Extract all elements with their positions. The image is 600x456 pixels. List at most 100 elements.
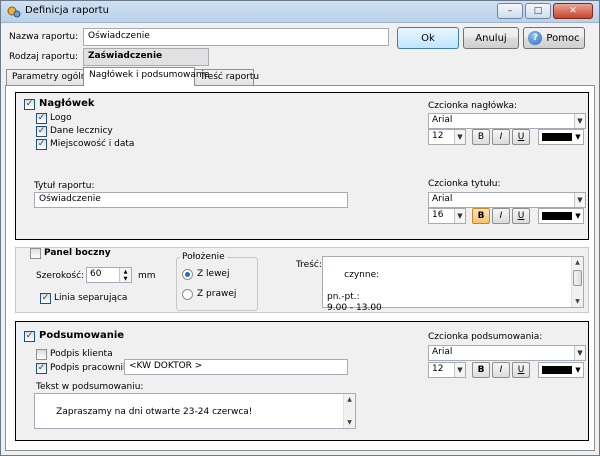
place-date-checkbox[interactable]: ✓ — [36, 139, 47, 150]
summary-text: Zapraszamy na dni otwarte 23-24 czerwca! — [56, 407, 253, 417]
logo-label: Logo — [50, 113, 72, 123]
side-panel-title: Panel boczny — [44, 248, 111, 258]
header-font-select[interactable]: Arial ▼ — [428, 113, 586, 129]
summary-scrollbar[interactable]: ▲ ▼ — [343, 394, 355, 428]
chevron-down-icon: ▼ — [454, 363, 465, 377]
header-group: ✓ Nagłówek ✓ Logo ✓ Dane lecznicy ✓ Miej… — [15, 92, 589, 240]
cancel-button[interactable]: Anuluj — [463, 27, 519, 49]
summary-bold-button[interactable]: B — [472, 362, 490, 378]
color-swatch — [542, 212, 572, 220]
summary-size-value: 12 — [432, 364, 444, 374]
separator-checkbox[interactable]: ✓ — [40, 293, 51, 304]
title-bold-button[interactable]: B — [472, 208, 490, 224]
close-icon[interactable]: ✕ — [553, 3, 593, 19]
window-title: Definicja raportu — [25, 5, 109, 16]
chevron-down-icon: ▼ — [574, 193, 585, 207]
summary-font-value: Arial — [432, 347, 453, 357]
width-spinner[interactable]: ▲ ▼ — [119, 268, 131, 282]
chevron-down-icon: ▼ — [575, 133, 581, 141]
tab-general[interactable]: Parametry ogólne — [6, 69, 92, 85]
summary-color-picker[interactable]: ▼ — [538, 362, 584, 378]
cancel-button-label: Anuluj — [475, 32, 507, 44]
summary-textarea[interactable]: Zapraszamy na dni otwarte 23-24 czerwca!… — [34, 393, 356, 429]
place-date-label: Miejscowość i data — [50, 139, 135, 149]
color-swatch — [542, 133, 572, 141]
side-panel-content-textarea[interactable]: czynne: pn.-pt.: 9.00 - 13.00 ▲ ▼ — [322, 256, 584, 313]
report-title-input[interactable]: Oświadczenie — [34, 192, 348, 208]
header-size-value: 12 — [432, 131, 444, 141]
side-panel-content-text: czynne: pn.-pt.: 9.00 - 13.00 — [327, 270, 382, 313]
title-font-label: Czcionka tytułu: — [428, 179, 501, 189]
summary-text-label: Tekst w podsumowaniu: — [36, 382, 144, 392]
report-name-label: Nazwa raportu: — [9, 32, 79, 42]
chevron-down-icon: ▼ — [574, 346, 585, 360]
ok-button-label: Ok — [421, 32, 435, 44]
summary-underline-button[interactable]: U — [512, 362, 530, 378]
help-button-label: Pomoc — [546, 32, 580, 44]
header-bold-button[interactable]: B — [472, 129, 490, 145]
position-group — [176, 257, 258, 311]
title-size-select[interactable]: 16 ▼ — [428, 208, 466, 224]
position-right-radio[interactable] — [182, 289, 193, 300]
title-bar: Definicja raportu – □ ✕ — [1, 1, 599, 23]
scroll-up-icon[interactable]: ▲ — [572, 257, 583, 268]
scroll-down-icon[interactable]: ▼ — [344, 417, 355, 428]
tab-header-summary[interactable]: Nagłówek i podsumowanie — [83, 67, 210, 86]
scroll-up-icon[interactable]: ▲ — [344, 394, 355, 405]
title-italic-button[interactable]: I — [492, 208, 510, 224]
report-title-label: Tytuł raportu: — [34, 181, 95, 191]
chevron-down-icon: ▼ — [575, 212, 581, 220]
title-underline-button[interactable]: U — [512, 208, 530, 224]
header-enable-checkbox[interactable]: ✓ — [24, 99, 35, 110]
header-group-title: Nagłówek — [39, 98, 95, 109]
position-left-label: Z lewej — [197, 269, 230, 279]
report-type-label: Rodzaj raportu: — [9, 52, 79, 62]
report-type-value: Zaświadczenie — [83, 48, 209, 66]
title-font-select[interactable]: Arial ▼ — [428, 192, 586, 208]
header-font-label: Czcionka nagłówka: — [428, 101, 518, 111]
chevron-down-icon: ▼ — [574, 114, 585, 128]
scroll-thumb[interactable] — [573, 270, 582, 286]
width-unit: mm — [138, 271, 156, 281]
employee-signature-input[interactable]: <KW DOKTOR > — [124, 359, 348, 375]
chevron-down-icon: ▼ — [454, 130, 465, 144]
scroll-down-icon[interactable]: ▼ — [572, 296, 583, 307]
position-right-label: Z prawej — [197, 289, 237, 299]
logo-checkbox[interactable]: ✓ — [36, 113, 47, 124]
position-left-radio[interactable] — [182, 269, 193, 280]
header-size-select[interactable]: 12 ▼ — [428, 129, 466, 145]
client-signature-label: Podpis klienta — [50, 349, 113, 359]
side-panel-group: Panel boczny Szerokość: 60 ▲ ▼ mm ✓ Linia… — [15, 247, 589, 313]
header-color-picker[interactable]: ▼ — [538, 129, 584, 145]
maximize-icon[interactable]: □ — [525, 3, 551, 19]
clinic-data-checkbox[interactable]: ✓ — [36, 126, 47, 137]
report-name-input[interactable]: Oświadczenie — [83, 28, 389, 46]
summary-font-label: Czcionka podsumowania: — [428, 332, 543, 342]
minimize-icon[interactable]: – — [497, 3, 523, 19]
title-color-picker[interactable]: ▼ — [538, 208, 584, 224]
content-scrollbar[interactable]: ▲ ▼ — [571, 257, 583, 307]
header-font-value: Arial — [432, 115, 453, 125]
summary-group-title: Podsumowanie — [39, 330, 125, 341]
help-button[interactable]: ? Pomoc — [523, 27, 585, 49]
report-definition-window: Definicja raportu – □ ✕ Nazwa raportu: O… — [0, 0, 600, 456]
title-size-value: 16 — [432, 210, 444, 220]
side-panel-checkbox[interactable] — [30, 248, 41, 259]
employee-signature-checkbox[interactable]: ✓ — [36, 363, 47, 374]
client-signature-checkbox[interactable] — [36, 349, 47, 360]
header-underline-button[interactable]: U — [512, 129, 530, 145]
color-swatch — [542, 366, 572, 374]
chevron-down-icon: ▼ — [454, 209, 465, 223]
summary-enable-checkbox[interactable]: ✓ — [24, 331, 35, 342]
help-icon: ? — [528, 31, 543, 45]
width-input[interactable]: 60 ▲ ▼ — [86, 267, 132, 283]
summary-italic-button[interactable]: I — [492, 362, 510, 378]
width-value: 60 — [90, 269, 102, 279]
ok-button[interactable]: Ok — [397, 27, 459, 49]
summary-font-select[interactable]: Arial ▼ — [428, 345, 586, 361]
header-italic-button[interactable]: I — [492, 129, 510, 145]
width-label: Szerokość: — [36, 271, 85, 281]
content-label: Treść: — [296, 260, 322, 270]
report-definition-icon — [7, 6, 21, 18]
summary-size-select[interactable]: 12 ▼ — [428, 362, 466, 378]
